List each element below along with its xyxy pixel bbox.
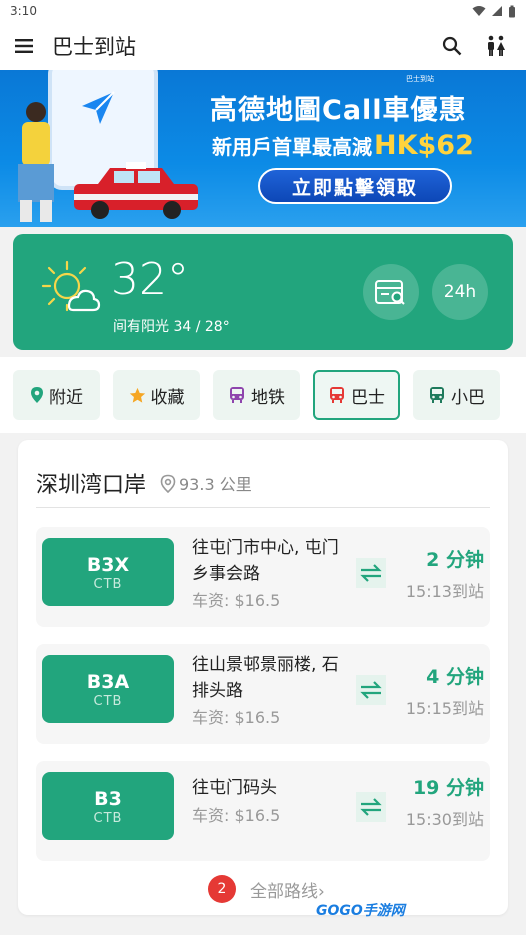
all-routes-label: 全部路线› [250,877,325,902]
wifi-icon [472,6,486,16]
route-fare: 车资: $16.5 [192,708,281,727]
tab-label: 小巴 [451,387,485,408]
stop-name: 深圳湾口岸 [36,473,147,498]
metro-icon [230,387,244,403]
tab-label: 收藏 [150,387,185,408]
route-row[interactable]: B3X CTB 往屯门市中心, 屯门乡事会路 车资: $16.5 2 分钟 15… [36,527,490,627]
location-pin-icon [31,387,43,403]
tab-minibus[interactable]: 小巴 [413,370,500,420]
route-badge: B3 CTB [42,772,174,840]
app-title: 巴士到站 [52,35,136,59]
route-arrival-time: 15:13到站 [405,582,484,601]
status-icons [472,5,516,18]
divider [36,507,490,508]
minibus-icon [430,387,444,403]
tab-metro[interactable]: 地铁 [213,370,300,420]
restroom-icon[interactable] [478,28,514,64]
chevron-right-icon: › [318,881,325,902]
direction-swap-icon[interactable] [356,675,386,705]
route-arrival-time: 15:30到站 [405,810,484,829]
banner-subheadline: 新用戶首單最高減HK$62 [212,130,474,161]
route-number: B3X [86,553,130,576]
route-arrival-time: 15:15到站 [405,699,484,718]
person-illustration [18,102,54,222]
category-tabs: 附近 收藏 地铁 巴士 小巴 [0,357,526,433]
forecast-24h-button[interactable]: 24h [432,264,488,320]
route-eta: 19 分钟 [412,777,484,799]
tab-label: 巴士 [351,387,385,408]
tab-label: 地铁 [251,387,285,408]
route-row[interactable]: B3 CTB 往屯门码头 车资: $16.5 19 分钟 15:30到站 [36,761,490,861]
search-icon[interactable] [434,28,470,64]
route-row[interactable]: B3A CTB 往山景邨景丽楼, 石排头路 车资: $16.5 4 分钟 15:… [36,644,490,744]
banner-cta-button[interactable]: 立即點擊領取 [258,168,452,204]
app-bar: 巴士到站 [0,22,526,70]
route-eta: 2 分钟 [426,549,484,571]
promo-banner[interactable]: 巴士到站 高德地圖Call車優惠 新用戶首單最高減HK$62 立即點擊領取 [0,70,526,227]
weather-card[interactable]: 32° 间有阳光 34 / 28° 24h [13,234,513,350]
weather-description: 间有阳光 34 / 28° [113,319,230,335]
bus-icon [330,387,344,403]
taxi-illustration [74,162,198,219]
status-time: 3:10 [10,4,37,18]
star-icon [129,387,145,403]
menu-icon[interactable] [12,34,36,58]
route-eta: 4 分钟 [426,666,484,688]
route-badge: B3X CTB [42,538,174,606]
watermark-text: GOGO手游网 [316,903,405,919]
status-bar: 3:10 [0,0,526,22]
direction-swap-icon[interactable] [356,792,386,822]
weather-report-button[interactable] [363,264,419,320]
distance-value: 93.3 公里 [179,475,252,494]
location-outline-icon [160,474,176,493]
route-destination: 往屯门码头 [192,778,277,798]
temperature: 32° [111,254,189,305]
tab-bus[interactable]: 巴士 [313,370,400,420]
battery-icon [509,5,515,17]
route-destination: 往屯门市中心, 屯门乡事会路 [192,538,339,584]
tab-label: 附近 [49,387,83,408]
stop-distance: 93.3 公里 [160,471,252,495]
banner-headline: 高德地圖Call車優惠 [210,95,467,126]
route-company: CTB [93,693,123,709]
route-fare: 车资: $16.5 [192,806,281,825]
tab-favorites[interactable]: 收藏 [113,370,200,420]
direction-swap-icon[interactable] [356,558,386,588]
banner-brand: 巴士到站 [406,75,434,83]
watermark-logo: GOGO手游网 [316,900,405,920]
banner-amount: HK$62 [374,130,474,161]
banner-subheadline-text: 新用戶首單最高減 [212,135,372,159]
navigation-arrow-icon [82,91,115,124]
route-number: B3A [86,670,130,693]
route-badge: B3A CTB [42,655,174,723]
route-number: B3 [94,787,122,810]
all-routes-text: 全部路线 [250,881,318,902]
weather-report-icon [375,280,405,305]
route-company: CTB [93,810,123,826]
route-company: CTB [93,576,123,592]
route-fare: 车资: $16.5 [192,591,281,610]
more-routes-count: 2 [208,875,236,903]
stop-card: 深圳湾口岸 93.3 公里 B3X CTB 往屯门市中心, 屯门乡事会路 车资:… [18,440,508,915]
partly-sunny-icon [41,260,101,312]
all-routes-link[interactable]: 2 全部路线› [208,875,325,903]
tab-nearby[interactable]: 附近 [13,370,100,420]
cellular-icon [492,6,502,16]
route-destination: 往山景邨景丽楼, 石排头路 [192,655,339,701]
